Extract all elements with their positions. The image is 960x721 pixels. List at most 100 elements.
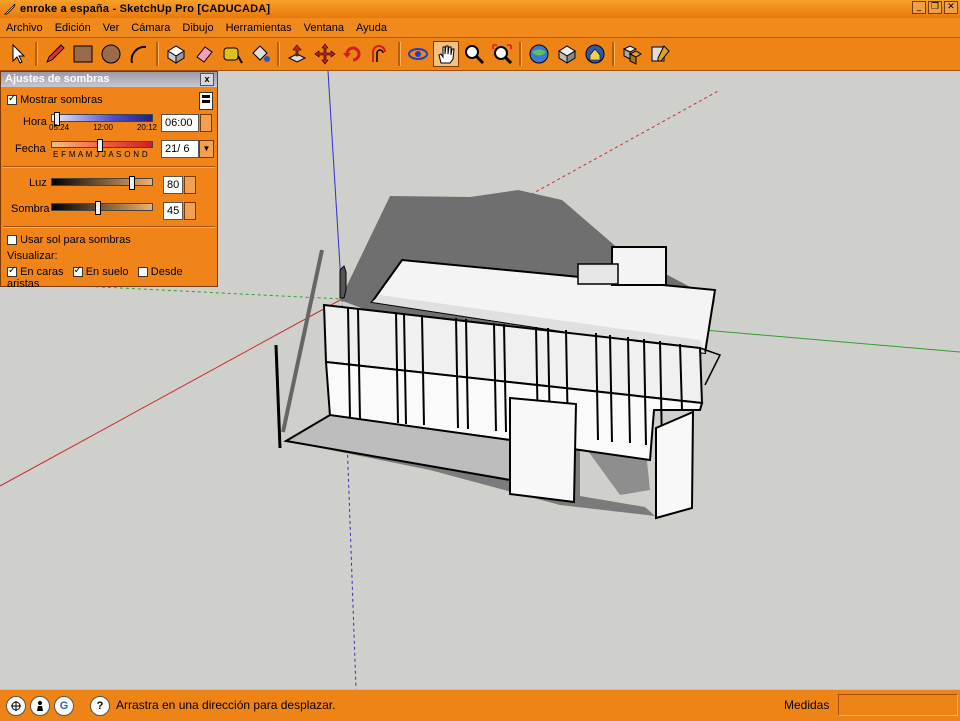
push-pull-icon <box>287 44 307 63</box>
minimize-button[interactable]: _ <box>912 1 926 14</box>
google-earth-button[interactable] <box>582 41 608 67</box>
orbit-tool-button[interactable] <box>405 41 431 67</box>
components-button[interactable] <box>619 41 645 67</box>
menu-edicion[interactable]: Edición <box>49 22 97 34</box>
panel-close-button[interactable]: x <box>200 73 214 86</box>
zoom-extents-button[interactable] <box>489 41 515 67</box>
menu-ventana[interactable]: Ventana <box>298 22 350 34</box>
shade-slider[interactable] <box>51 201 153 215</box>
panel-divider <box>3 226 215 228</box>
display-label: Visualizar: <box>7 250 58 262</box>
front-panel <box>509 396 578 504</box>
select-icon <box>12 43 26 64</box>
menu-ayuda[interactable]: Ayuda <box>350 22 393 34</box>
right-wing <box>655 410 695 520</box>
toolbar-separator <box>398 42 401 66</box>
date-input[interactable]: 21/ 6 <box>161 140 199 158</box>
restore-button[interactable]: ❐ <box>928 1 942 14</box>
measurements-label: Medidas <box>784 698 830 712</box>
shade-slider-thumb[interactable] <box>95 201 101 215</box>
display-options-row: En caras En suelo Desde aristas <box>7 265 217 290</box>
credits-icon[interactable] <box>30 696 50 716</box>
light-slider[interactable] <box>51 176 153 190</box>
google-signin-icon[interactable]: G <box>54 696 74 716</box>
light-slider-thumb[interactable] <box>129 176 135 190</box>
pencil-tool-button[interactable] <box>42 41 68 67</box>
share-model-icon <box>558 45 576 64</box>
select-tool-button[interactable] <box>5 41 31 67</box>
move-icon <box>314 43 336 65</box>
menu-archivo[interactable]: Archivo <box>0 22 49 34</box>
from-edges-checkbox[interactable] <box>137 267 148 278</box>
blue-axis <box>327 70 343 300</box>
on-ground-checkbox[interactable] <box>72 265 83 278</box>
date-dropdown-button[interactable]: ▼ <box>199 140 214 158</box>
help-icon[interactable]: ? <box>90 696 110 716</box>
arc-tool-button[interactable] <box>126 41 152 67</box>
collapse-toggle-button[interactable] <box>199 92 213 110</box>
rectangle-tool-button[interactable] <box>70 41 96 67</box>
on-faces-label: En caras <box>20 266 64 278</box>
paint-bucket-button[interactable] <box>247 41 273 67</box>
toolbar-separator <box>35 42 38 66</box>
menu-herramientas[interactable]: Herramientas <box>220 22 298 34</box>
window-title: enroke a españa - SketchUp Pro [CADUCADA… <box>20 3 271 15</box>
time-spinner[interactable] <box>200 114 212 132</box>
push-pull-button[interactable] <box>284 41 310 67</box>
show-shadows-row: Mostrar sombras <box>7 93 103 106</box>
eraser-icon <box>196 46 213 63</box>
tape-measure-icon <box>223 47 243 64</box>
measurements-input[interactable] <box>838 694 958 716</box>
rotate-tool-button[interactable] <box>340 41 366 67</box>
panel-divider <box>3 166 215 168</box>
tape-measure-button[interactable] <box>219 41 245 67</box>
light-spinner[interactable] <box>184 176 196 194</box>
shade-spinner[interactable] <box>184 202 196 220</box>
styles-icon <box>651 45 670 62</box>
use-sun-label: Usar sol para sombras <box>20 234 131 246</box>
person-figure <box>339 265 347 299</box>
shade-label: Sombra <box>11 203 50 215</box>
components-icon <box>622 45 642 65</box>
circle-tool-button[interactable] <box>98 41 124 67</box>
shadow-settings-panel: Ajustes de sombras x Mostrar sombras Hor… <box>0 71 218 290</box>
offset-tool-button[interactable] <box>368 41 394 67</box>
move-tool-button[interactable] <box>312 41 338 67</box>
date-slider[interactable] <box>51 139 153 152</box>
pan-tool-button[interactable] <box>433 41 459 67</box>
make-component-button[interactable] <box>163 41 189 67</box>
on-ground-label: En suelo <box>85 266 129 278</box>
time-slider[interactable] <box>51 112 153 126</box>
date-label: Fecha <box>15 143 46 155</box>
light-input[interactable]: 80 <box>163 176 183 194</box>
google-earth-icon <box>585 44 605 64</box>
styles-button[interactable] <box>647 41 673 67</box>
menu-camara[interactable]: Cámara <box>125 22 176 34</box>
eraser-tool-button[interactable] <box>191 41 217 67</box>
show-shadows-checkbox[interactable] <box>7 93 17 106</box>
geo-location-icon[interactable] <box>6 696 26 716</box>
paint-bucket-icon <box>252 45 270 62</box>
main-toolbar <box>0 38 960 71</box>
use-sun-checkbox[interactable] <box>7 235 17 246</box>
light-label: Luz <box>29 177 47 189</box>
menu-dibujo[interactable]: Dibujo <box>176 22 219 34</box>
rectangle-icon <box>73 45 93 63</box>
time-input[interactable]: 06:00 <box>161 114 199 132</box>
share-model-button[interactable] <box>554 41 580 67</box>
time-tick-end: 20:12 <box>136 123 157 132</box>
shade-input[interactable]: 45 <box>163 202 183 220</box>
close-button[interactable]: ✕ <box>944 1 958 14</box>
time-tick-noon: 12:00 <box>92 123 114 132</box>
menu-bar: Archivo Edición Ver Cámara Dibujo Herram… <box>0 18 960 38</box>
circle-icon <box>101 44 121 64</box>
offset-icon <box>372 45 386 62</box>
menu-ver[interactable]: Ver <box>97 22 126 34</box>
toolbar-separator <box>519 42 522 66</box>
get-models-button[interactable] <box>526 41 552 67</box>
status-hint: Arrastra en una dirección para desplazar… <box>116 698 336 712</box>
panel-title: Ajustes de sombras <box>5 73 110 85</box>
on-faces-checkbox[interactable] <box>7 265 17 278</box>
time-tick-start: 05:24 <box>49 123 70 132</box>
zoom-tool-button[interactable] <box>461 41 487 67</box>
